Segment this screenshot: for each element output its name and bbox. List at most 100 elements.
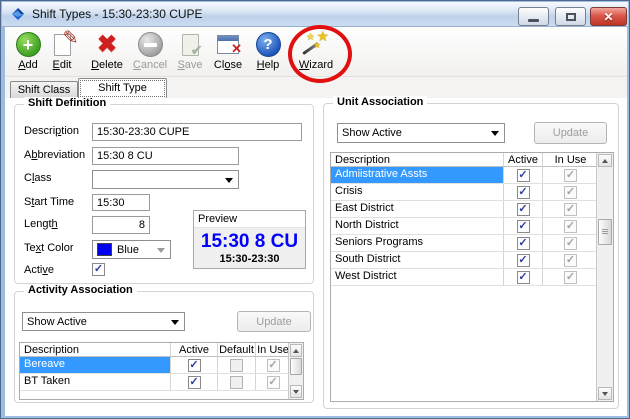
active-checkbox[interactable] <box>188 376 201 389</box>
in-use-checkbox <box>564 186 577 199</box>
active-checkbox[interactable] <box>517 237 530 250</box>
minimize-icon <box>528 19 539 22</box>
add-button[interactable]: + Add <box>11 30 45 75</box>
group-title: Shift Definition <box>24 97 110 109</box>
table-row[interactable]: Admiistrative Assts <box>331 167 613 184</box>
in-use-checkbox <box>564 220 577 233</box>
abbreviation-field[interactable] <box>92 147 239 165</box>
length-label: Length <box>24 218 58 230</box>
default-checkbox[interactable] <box>230 376 243 389</box>
group-title: Unit Association <box>333 96 427 108</box>
help-button[interactable]: ? Help <box>249 30 287 75</box>
chevron-down-icon <box>157 248 165 253</box>
save-icon: ✔ <box>182 34 199 56</box>
table-row[interactable]: BT Taken <box>20 374 303 391</box>
tab-shift-type[interactable]: Shift Type <box>78 78 167 98</box>
wizard-icon: ★ ★ ★ <box>302 31 330 58</box>
tab-shift-class[interactable]: Shift Class <box>10 81 78 98</box>
active-checkbox[interactable] <box>188 359 201 372</box>
app-icon <box>10 6 26 22</box>
in-use-checkbox <box>267 376 280 389</box>
maximize-icon <box>566 13 576 21</box>
length-field[interactable] <box>92 216 150 234</box>
preview-abbreviation: 15:30 8 CU <box>194 231 305 253</box>
in-use-checkbox <box>564 254 577 267</box>
unit-update-button[interactable]: Update <box>534 122 607 144</box>
active-checkbox[interactable] <box>517 186 530 199</box>
save-button[interactable]: ✔ Save <box>171 30 209 75</box>
activity-filter-dropdown[interactable]: Show Active <box>22 312 185 331</box>
scroll-up-icon[interactable] <box>290 344 302 357</box>
help-icon: ? <box>256 32 281 57</box>
scrollbar-thumb[interactable] <box>290 358 302 375</box>
in-use-checkbox <box>564 169 577 182</box>
chevron-down-icon <box>171 320 179 325</box>
table-row[interactable]: East District <box>331 201 613 218</box>
shift-definition-group: Shift Definition Description Abbreviatio… <box>14 104 314 284</box>
text-color-label: Text Color <box>24 242 74 254</box>
unit-table-scrollbar[interactable] <box>596 153 613 401</box>
scrollbar-thumb[interactable] <box>598 219 612 245</box>
start-time-label: Start Time <box>24 196 74 208</box>
in-use-checkbox <box>564 237 577 250</box>
default-checkbox[interactable] <box>230 359 243 372</box>
unit-filter-dropdown[interactable]: Show Active <box>337 123 505 143</box>
preview-time-range: 15:30-23:30 <box>194 253 305 265</box>
titlebar: Shift Types - 15:30-23:30 CUPE ✕ <box>2 2 628 27</box>
minimize-button[interactable] <box>518 7 549 26</box>
wizard-button[interactable]: ★ ★ ★ Wizard <box>293 30 339 75</box>
maximize-button[interactable] <box>555 7 586 26</box>
cancel-icon <box>138 32 163 57</box>
active-checkbox[interactable] <box>517 254 530 267</box>
class-dropdown[interactable] <box>92 170 239 189</box>
unit-table: Description Active In Use Admiistrative … <box>330 152 614 402</box>
table-row[interactable]: Bereave <box>20 357 303 374</box>
chevron-down-icon <box>225 178 233 183</box>
active-checkbox[interactable] <box>92 263 105 276</box>
text-color-dropdown[interactable]: Blue <box>92 240 171 259</box>
active-checkbox[interactable] <box>517 220 530 233</box>
tabstrip: Shift Class Shift Type <box>5 77 627 98</box>
close-button[interactable]: ✕ <box>590 7 627 26</box>
preview-panel: Preview 15:30 8 CU 15:30-23:30 <box>193 210 306 269</box>
activity-update-button[interactable]: Update <box>237 311 311 332</box>
active-checkbox[interactable] <box>517 203 530 216</box>
group-title: Activity Association <box>24 284 137 296</box>
color-swatch <box>97 243 112 256</box>
content-panel: Shift Definition Description Abbreviatio… <box>5 98 627 416</box>
active-label: Active <box>24 264 54 276</box>
delete-button[interactable]: ✖ Delete <box>85 30 129 75</box>
close-icon: ✕ <box>603 10 613 24</box>
start-time-field[interactable] <box>92 194 150 211</box>
table-row[interactable]: West District <box>331 269 613 286</box>
edit-button[interactable]: ✎ Edit <box>45 30 79 75</box>
table-row[interactable]: North District <box>331 218 613 235</box>
active-checkbox[interactable] <box>517 271 530 284</box>
shift-types-window: Shift Types - 15:30-23:30 CUPE ✕ + Add ✎… <box>0 0 630 419</box>
table-row[interactable]: Crisis <box>331 184 613 201</box>
unit-table-header: Description Active In Use <box>331 153 613 167</box>
active-checkbox[interactable] <box>517 169 530 182</box>
window-title: Shift Types - 15:30-23:30 CUPE <box>32 7 203 21</box>
in-use-checkbox <box>564 271 577 284</box>
scroll-down-icon[interactable] <box>290 385 302 398</box>
activity-association-group: Activity Association Show Active Update … <box>14 291 314 403</box>
scroll-up-icon[interactable] <box>598 154 612 167</box>
table-row[interactable]: Seniors Programs <box>331 235 613 252</box>
description-field[interactable] <box>92 123 302 141</box>
edit-icon: ✎ <box>54 34 71 56</box>
scroll-down-icon[interactable] <box>598 387 612 400</box>
close-toolbar-button[interactable]: ✕ Close <box>209 30 247 75</box>
toolbar: + Add ✎ Edit ✖ Delete Cancel ✔ Save ✕ <box>5 27 627 77</box>
description-label: Description <box>24 125 79 137</box>
preview-label: Preview <box>194 211 305 228</box>
class-label: Class <box>24 172 52 184</box>
activity-table-header: Description Active Default In Use <box>20 343 303 357</box>
table-row[interactable]: South District <box>331 252 613 269</box>
activity-table-scrollbar[interactable] <box>288 343 303 399</box>
abbreviation-label: Abbreviation <box>24 149 85 161</box>
cancel-button[interactable]: Cancel <box>129 30 171 75</box>
in-use-checkbox <box>564 203 577 216</box>
unit-association-group: Unit Association Show Active Update Desc… <box>323 103 619 409</box>
in-use-checkbox <box>267 359 280 372</box>
